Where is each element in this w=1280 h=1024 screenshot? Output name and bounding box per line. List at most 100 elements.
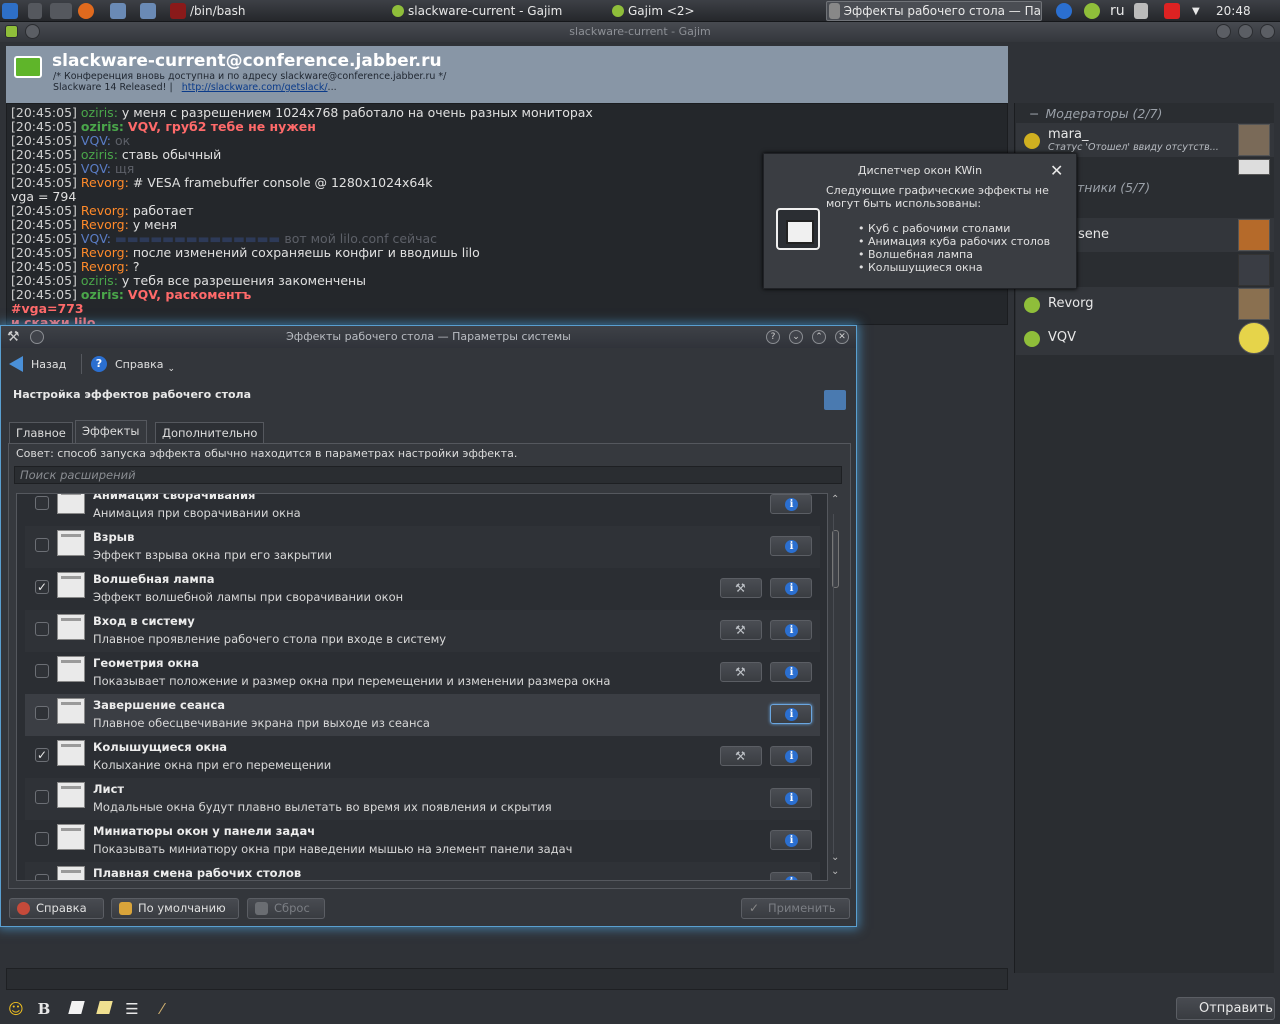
effect-item[interactable]: Плавная смена рабочих столов i [25, 862, 820, 880]
effect-checkbox[interactable]: ✓ [35, 580, 49, 594]
desktop-pager-icon[interactable] [28, 2, 46, 20]
effect-checkbox[interactable]: ✓ [35, 748, 49, 762]
clock[interactable]: 20:48 [1216, 2, 1251, 20]
effect-checkbox[interactable] [35, 790, 49, 804]
tab-general[interactable]: Главное [9, 422, 73, 444]
close-button[interactable] [1260, 24, 1275, 39]
effect-info-button[interactable]: i [770, 746, 812, 766]
effect-checkbox[interactable] [35, 874, 49, 880]
effect-configure-button[interactable]: ⚒ [720, 578, 762, 598]
effect-info-button[interactable]: i [770, 662, 812, 682]
effect-info-button[interactable]: i [770, 578, 812, 598]
tab-effects[interactable]: Эффекты [75, 420, 147, 444]
roster-user-revorg[interactable]: Revorg [1016, 287, 1274, 321]
window-menu-button[interactable] [25, 24, 40, 39]
no-network-icon[interactable] [1164, 2, 1184, 20]
pager-icon[interactable] [50, 2, 76, 20]
effect-item[interactable]: ✓ Волшебная лампа Эффект волшебной лампы… [25, 568, 820, 610]
effects-list[interactable]: Анимация сворачивания Анимация при свора… [16, 493, 828, 881]
settings-app-icon[interactable]: ⚒ [7, 329, 20, 345]
effect-configure-button[interactable]: ⚒ [720, 620, 762, 640]
effect-item[interactable]: Вход в систему Плавное проявление рабоче… [25, 610, 820, 652]
bold-icon[interactable]: B [34, 999, 54, 1019]
help-bottom-button[interactable]: Справка [9, 898, 104, 919]
volume-icon[interactable] [1134, 2, 1152, 20]
message-input[interactable] [6, 968, 1008, 990]
minimize-button[interactable] [1216, 24, 1231, 39]
keyboard-layout[interactable]: ru [1110, 2, 1125, 20]
effect-item[interactable]: Геометрия окна Показывает положение и ра… [25, 652, 820, 694]
effect-checkbox[interactable] [35, 706, 49, 720]
effect-info-button[interactable]: i [770, 704, 812, 724]
emoticon-icon[interactable]: ☺ [6, 999, 26, 1019]
help-button[interactable]: ? [766, 330, 780, 344]
undo-icon [255, 902, 268, 915]
effect-checkbox[interactable] [35, 496, 49, 510]
kwin-effect-list: • Куб с рабочими столами • Анимация куба… [858, 222, 1051, 274]
effect-checkbox[interactable] [35, 622, 49, 636]
help-menu-button[interactable]: ? Справка ⌄ [91, 354, 175, 374]
task-gajim-2[interactable]: Gajim <2> [612, 2, 695, 20]
effect-item[interactable]: Лист Модальные окна будут плавно вылетат… [25, 778, 820, 820]
task-bash[interactable]: /bin/bash [170, 2, 245, 20]
effect-checkbox[interactable] [35, 664, 49, 678]
effect-item[interactable]: Миниатюры окон у панели задач Показывать… [25, 820, 820, 862]
kde-menu-icon[interactable] [2, 2, 22, 20]
group-moderators[interactable]: − Модераторы (2/7) [1029, 106, 1162, 121]
gajim-app-icon[interactable] [5, 25, 18, 38]
launcher-icon[interactable] [110, 2, 130, 20]
apply-button[interactable]: ✓ Применить [741, 898, 850, 919]
list-scrollbar[interactable]: ⌃ ⌄ ⌄ [829, 494, 843, 880]
group-participants[interactable]: тники (5/7) [1077, 180, 1150, 195]
gajim-icon [392, 5, 404, 17]
subject-link[interactable]: http://slackware.com/getslack/ [182, 82, 328, 93]
firefox-icon[interactable] [78, 2, 98, 20]
effect-checkbox[interactable] [35, 538, 49, 552]
room-subject-line1: /* Конференция вновь доступна и по адрес… [53, 71, 447, 82]
brush-icon[interactable]: ⁄ [152, 999, 172, 1019]
search-input[interactable]: Поиск расширений [14, 466, 842, 484]
gajim-titlebar[interactable]: slackware-current - Gajim [0, 22, 1280, 42]
dialog-titlebar[interactable]: Эффекты рабочего стола — Параметры систе… [1, 326, 856, 348]
italic-icon[interactable] [66, 999, 86, 1019]
send-button[interactable]: Отправить [1176, 997, 1275, 1020]
effect-info-button[interactable]: i [770, 494, 812, 514]
effect-info-button[interactable]: i [770, 788, 812, 808]
launcher2-icon[interactable] [140, 2, 160, 20]
tab-advanced[interactable]: Дополнительно [155, 422, 265, 444]
underline-icon[interactable] [94, 999, 114, 1019]
defaults-button[interactable]: По умолчанию [111, 898, 239, 919]
roster-user-vqv[interactable]: VQV [1016, 321, 1274, 355]
effect-item[interactable]: Анимация сворачивания Анимация при свора… [25, 494, 820, 526]
effect-info-button[interactable]: i [770, 620, 812, 640]
maximize-button[interactable] [1238, 24, 1253, 39]
reset-button[interactable]: Сброс [247, 898, 325, 919]
close-icon[interactable]: ✕ [1050, 161, 1063, 180]
gajim-tray-icon[interactable] [1084, 2, 1104, 20]
effect-item[interactable]: Взрыв Эффект взрыва окна при его закрыти… [25, 526, 820, 568]
window-icon [57, 782, 85, 808]
effect-item[interactable]: ✓ Колышущиеся окна Колыхание окна при ег… [25, 736, 820, 778]
effect-info-button[interactable]: i [770, 830, 812, 850]
formatting-toolbar: ☺ B ☰ ⁄ Отправить [0, 995, 1280, 1024]
effect-info-button[interactable]: i [770, 872, 812, 880]
tray-expand-icon[interactable]: ▼ [1192, 2, 1200, 20]
effect-item[interactable]: Завершение сеанса Плавное обесцвечивание… [25, 694, 820, 736]
info-tray-icon[interactable] [1056, 2, 1076, 20]
back-button[interactable]: Назад [9, 354, 66, 374]
effect-configure-button[interactable]: ⚒ [720, 746, 762, 766]
roster-user-mara[interactable]: mara_ Статус 'Отошел' ввиду отсутств... [1016, 123, 1274, 157]
effect-configure-button[interactable]: ⚒ [720, 662, 762, 682]
effect-checkbox[interactable] [35, 832, 49, 846]
task-effects-active[interactable]: Эффекты рабочего стола — Па [826, 1, 1042, 21]
close-button[interactable]: ✕ [835, 330, 849, 344]
window-icon [57, 866, 85, 880]
window-icon [57, 824, 85, 850]
terminal-icon [170, 3, 186, 19]
list-icon[interactable]: ☰ [122, 999, 142, 1019]
minimize-button[interactable]: ⌄ [789, 330, 803, 344]
task-gajim-room[interactable]: slackware-current - Gajim [392, 2, 562, 20]
effect-info-button[interactable]: i [770, 536, 812, 556]
maximize-button[interactable]: ⌃ [812, 330, 826, 344]
window-menu-button[interactable] [30, 330, 44, 344]
